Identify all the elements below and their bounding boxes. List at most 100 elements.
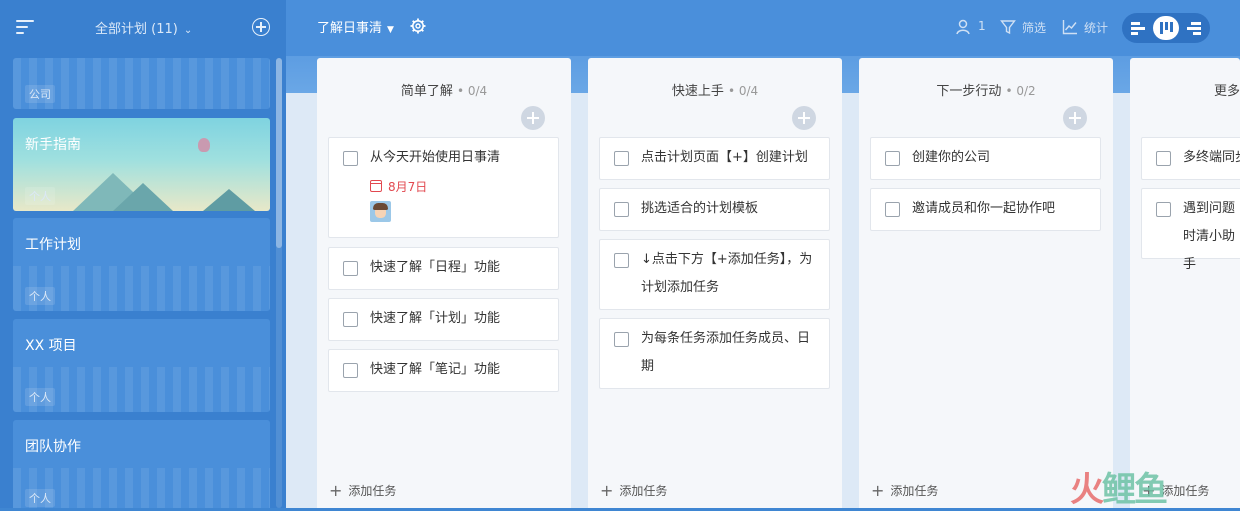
task-text: 邀请成员和你一起协作吧	[912, 201, 1056, 216]
plan-title: 工作计划	[25, 237, 81, 253]
project-title: 了解日事清	[317, 21, 383, 36]
task-checkbox[interactable]	[1156, 202, 1171, 217]
task-text: ↓点击下方【+添加任务】，为计划添加任务	[641, 252, 813, 295]
plan-card-team-collab[interactable]: 团队协作 个人	[13, 420, 270, 508]
add-task-button[interactable]: + 添加任务	[329, 481, 396, 500]
task-checkbox[interactable]	[885, 202, 900, 217]
task-checkbox[interactable]	[614, 253, 629, 268]
members-count[interactable]: 1	[978, 19, 986, 33]
task-checkbox[interactable]	[1156, 151, 1171, 166]
task-card[interactable]: 点击计划页面【+】创建计划	[599, 137, 830, 180]
watermark-logo: 火鲤鱼	[1070, 462, 1220, 510]
board-column: 简单了解 • 0/4 从今天开始使用日事清 8月7日 快速了解「日程」功能 快速…	[317, 58, 571, 508]
due-date-text: 8月7日	[388, 180, 428, 194]
task-text: 快速了解「计划」功能	[370, 311, 501, 326]
plan-tag: 个人	[25, 388, 55, 406]
watermark-part2: 鲤鱼	[1102, 470, 1168, 510]
gear-icon[interactable]	[410, 18, 426, 34]
column-add-icon[interactable]	[792, 106, 816, 130]
funnel-icon[interactable]	[1000, 19, 1016, 35]
task-text: 遇到问题时清小助手	[1183, 201, 1236, 272]
task-card[interactable]: 快速了解「日程」功能	[328, 247, 559, 290]
filter-button[interactable]: 筛选	[1022, 19, 1046, 36]
column-count: • 0/2	[1005, 84, 1036, 98]
balloon-illustration	[198, 138, 210, 152]
task-card[interactable]: 遇到问题时清小助手	[1141, 188, 1240, 272]
sidebar: 全部计划 (11) ⌄ 公司 新手指南 个人 工作计划 个人 XX 项目 个人 …	[0, 0, 286, 508]
task-card[interactable]: 快速了解「计划」功能	[328, 298, 559, 341]
task-card[interactable]: 创建你的公司	[870, 137, 1101, 180]
task-checkbox[interactable]	[343, 151, 358, 166]
plan-card-beginner-guide[interactable]: 新手指南 个人	[13, 118, 270, 211]
user-icon[interactable]	[956, 19, 972, 35]
stats-button[interactable]: 统计	[1084, 19, 1108, 36]
task-checkbox[interactable]	[614, 332, 629, 347]
plan-switch-dropdown[interactable]: 全部计划 (11) ⌄	[95, 18, 192, 37]
task-checkbox[interactable]	[343, 261, 358, 276]
view-toggle	[1122, 13, 1210, 43]
watermark-part1: 火	[1070, 470, 1104, 510]
task-checkbox[interactable]	[614, 151, 629, 166]
plan-title: 团队协作	[25, 439, 81, 455]
board-column: 更多 多终端同步 遇到问题时清小助手 +添加任务	[1130, 58, 1240, 508]
task-card[interactable]: 快速了解「笔记」功能	[328, 349, 559, 392]
board-toolbar: 了解日事清 ▼ 1 筛选 统计	[286, 0, 1240, 56]
add-task-button[interactable]: + 添加任务	[871, 481, 938, 500]
avatar[interactable]	[370, 201, 391, 222]
calendar-icon	[370, 180, 382, 192]
add-task-label: 添加任务	[890, 484, 939, 498]
add-task-button[interactable]: + 添加任务	[600, 481, 667, 500]
task-card[interactable]: 为每条任务添加任务成员、日期	[599, 318, 830, 389]
chevron-down-icon: ⌄	[183, 25, 193, 36]
task-checkbox[interactable]	[885, 151, 900, 166]
board-column: 快速上手 • 0/4 点击计划页面【+】创建计划 挑选适合的计划模板 ↓点击下方…	[588, 58, 842, 508]
plus-icon: +	[600, 481, 614, 500]
column-add-icon[interactable]	[521, 106, 545, 130]
plan-card-company[interactable]: 公司	[13, 58, 270, 109]
plan-switch-label: 全部计划 (11)	[95, 22, 178, 37]
task-card[interactable]: 从今天开始使用日事清 8月7日	[328, 137, 559, 238]
add-task-label: 添加任务	[619, 484, 668, 498]
plan-title: 新手指南	[25, 137, 81, 153]
column-count: • 0/4	[456, 84, 488, 98]
project-title-dropdown[interactable]: 了解日事清 ▼	[317, 17, 394, 36]
task-text: 多终端同步	[1183, 150, 1240, 165]
task-card[interactable]: 多终端同步	[1141, 137, 1240, 180]
column-title: 下一步行动	[936, 84, 1002, 99]
plan-list: 公司 新手指南 个人 工作计划 个人 XX 项目 个人 团队协作 个人	[13, 58, 271, 508]
plan-card-xx-project[interactable]: XX 项目 个人	[13, 319, 270, 412]
task-checkbox[interactable]	[343, 363, 358, 378]
sidebar-scrollbar-thumb[interactable]	[276, 58, 282, 248]
plan-tag: 公司	[25, 85, 55, 103]
task-text: 快速了解「日程」功能	[370, 260, 501, 275]
task-card[interactable]: ↓点击下方【+添加任务】，为计划添加任务	[599, 239, 830, 310]
plus-icon: +	[329, 481, 343, 500]
add-task-label: 添加任务	[348, 484, 397, 498]
plus-icon: +	[871, 481, 885, 500]
task-checkbox[interactable]	[614, 202, 629, 217]
task-text: 快速了解「笔记」功能	[370, 362, 501, 377]
due-date: 8月7日	[370, 178, 427, 195]
board-view-icon	[1160, 22, 1173, 34]
task-card[interactable]: 挑选适合的计划模板	[599, 188, 830, 231]
task-checkbox[interactable]	[343, 312, 358, 327]
view-board-button[interactable]	[1153, 16, 1179, 40]
view-gantt-button[interactable]	[1125, 16, 1151, 40]
board-column: 下一步行动 • 0/2 创建你的公司 邀请成员和你一起协作吧 + 添加任务	[859, 58, 1113, 508]
plan-title: XX 项目	[25, 338, 77, 354]
task-text: 点击计划页面【+】创建计划	[641, 150, 808, 165]
task-card[interactable]: 邀请成员和你一起协作吧	[870, 188, 1101, 231]
chart-line-icon[interactable]	[1062, 19, 1078, 35]
task-text: 挑选适合的计划模板	[641, 201, 759, 216]
plan-card-work-plan[interactable]: 工作计划 个人	[13, 218, 270, 311]
view-list-button[interactable]	[1181, 16, 1207, 40]
add-plan-icon[interactable]	[252, 18, 270, 36]
hamburger-icon[interactable]	[16, 18, 34, 36]
plan-tag: 个人	[25, 187, 55, 205]
column-add-icon[interactable]	[1063, 106, 1087, 130]
caret-down-icon: ▼	[387, 25, 394, 35]
gantt-view-icon	[1131, 22, 1145, 35]
board-area: 了解日事清 ▼ 1 筛选 统计 简单了解 • 0/4 从今天开始使用日事清 8月…	[286, 0, 1240, 508]
sidebar-header: 全部计划 (11) ⌄	[0, 0, 286, 56]
list-view-icon	[1187, 22, 1201, 35]
